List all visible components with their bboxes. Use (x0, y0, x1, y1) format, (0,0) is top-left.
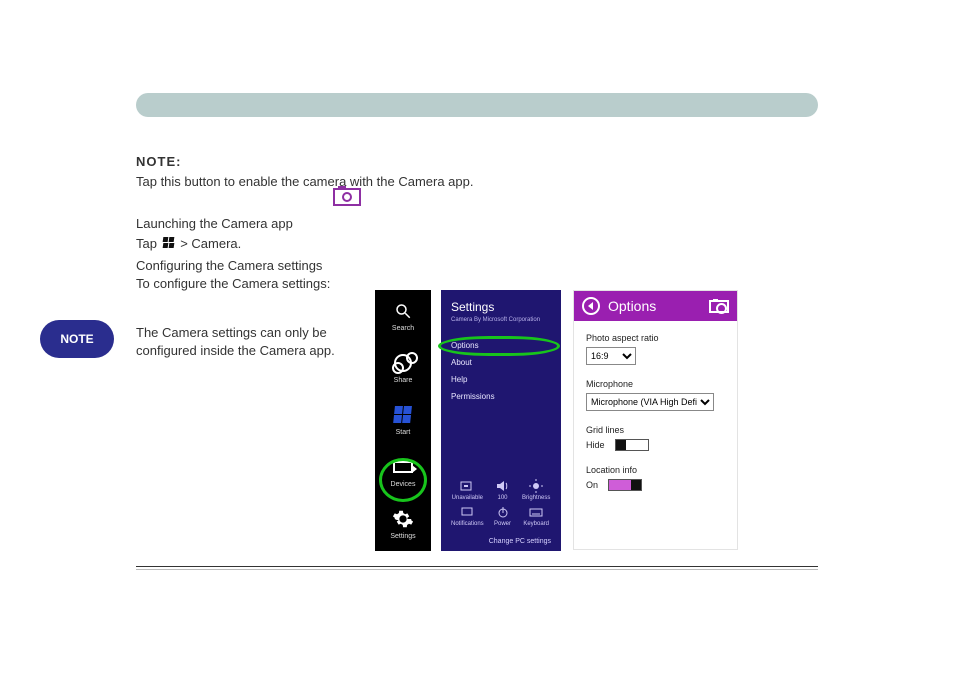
note-text: The Camera settings can only be configur… (136, 324, 356, 359)
search-icon (392, 300, 414, 322)
tile-notifications-label: Notifications (451, 521, 484, 527)
heading-configuring: Configuring the Camera settings (136, 258, 322, 273)
tile-network-label: Unavailable (452, 495, 483, 501)
charm-share[interactable]: Share (375, 342, 431, 394)
field-aspect: Photo aspect ratio 16:9 (586, 333, 725, 365)
camera-app-icon (333, 188, 361, 206)
loc-state: On (586, 480, 598, 490)
devices-icon (392, 456, 414, 478)
settings-flyout: Settings Camera By Microsoft Corporation… (441, 290, 561, 551)
options-title: Options (608, 298, 701, 314)
tile-brightness-label: Brightness (522, 495, 550, 501)
keyboard-icon (528, 505, 544, 519)
loc-label: Location info (586, 465, 725, 475)
charm-settings[interactable]: Settings (375, 498, 431, 550)
tile-notifications[interactable]: Notifications (451, 505, 484, 527)
windows-logo-icon (163, 237, 175, 249)
options-header: Options (574, 291, 737, 321)
field-location: Location info On (586, 465, 725, 491)
charm-search-label: Search (392, 325, 414, 332)
heading-launching: Launching the Camera app (136, 216, 736, 231)
quick-settings-tiles: Unavailable 100 Brightness Notifications… (451, 479, 551, 527)
settings-title: Settings (451, 300, 551, 314)
settings-item-options[interactable]: Options (451, 337, 551, 354)
start-icon (392, 404, 414, 426)
gear-icon (392, 508, 414, 530)
grid-label: Grid lines (586, 425, 725, 435)
back-button[interactable] (582, 297, 600, 315)
tile-power-label: Power (494, 521, 511, 527)
loc-toggle[interactable] (608, 479, 642, 491)
charm-share-label: Share (394, 377, 413, 384)
aspect-label: Photo aspect ratio (586, 333, 725, 343)
charm-devices-label: Devices (391, 481, 416, 488)
note-label: NOTE: (136, 154, 181, 169)
settings-item-permissions[interactable]: Permissions (451, 388, 551, 405)
notifications-icon (459, 505, 475, 519)
txt-a: Tap (136, 236, 161, 251)
power-icon (495, 505, 511, 519)
tile-keyboard[interactable]: Keyboard (521, 505, 551, 527)
charm-start-label: Start (396, 429, 411, 436)
network-icon (459, 479, 475, 493)
change-pc-settings[interactable]: Change PC settings (489, 538, 551, 545)
volume-icon (495, 479, 511, 493)
settings-item-help[interactable]: Help (451, 371, 551, 388)
settings-item-about[interactable]: About (451, 354, 551, 371)
options-panel: Options Photo aspect ratio 16:9 Micropho… (573, 290, 738, 550)
share-icon (392, 352, 414, 374)
grid-toggle[interactable] (615, 439, 649, 451)
launch-instruction: Tap > Camera. (136, 236, 836, 251)
tile-power[interactable]: Power (488, 505, 518, 527)
charm-settings-label: Settings (390, 533, 415, 540)
configuring-intro: To configure the Camera settings: (136, 276, 330, 291)
brightness-icon (528, 479, 544, 493)
tile-volume-label: 100 (498, 495, 508, 501)
charm-devices[interactable]: Devices (375, 446, 431, 498)
camera-icon (709, 300, 729, 313)
tile-volume[interactable]: 100 (488, 479, 518, 501)
field-microphone: Microphone Microphone (VIA High Definit (586, 379, 725, 411)
charm-search[interactable]: Search (375, 290, 431, 342)
header-bar (136, 93, 818, 117)
mic-select[interactable]: Microphone (VIA High Definit (586, 393, 714, 411)
grid-state: Hide (586, 440, 605, 450)
tile-brightness[interactable]: Brightness (521, 479, 551, 501)
note-pill: NOTE (40, 320, 114, 358)
tile-network[interactable]: Unavailable (451, 479, 484, 501)
tile-keyboard-label: Keyboard (523, 521, 549, 527)
charm-start[interactable]: Start (375, 394, 431, 446)
aspect-select[interactable]: 16:9 (586, 347, 636, 365)
settings-subtitle: Camera By Microsoft Corporation (451, 317, 551, 323)
mic-label: Microphone (586, 379, 725, 389)
footer-rule (136, 566, 818, 570)
note-desc: Tap this button to enable the camera wit… (136, 174, 473, 189)
charms-bar: Search Share Start Devices Settings (375, 290, 431, 551)
field-gridlines: Grid lines Hide (586, 425, 725, 451)
txt-b: > Camera. (180, 236, 241, 251)
